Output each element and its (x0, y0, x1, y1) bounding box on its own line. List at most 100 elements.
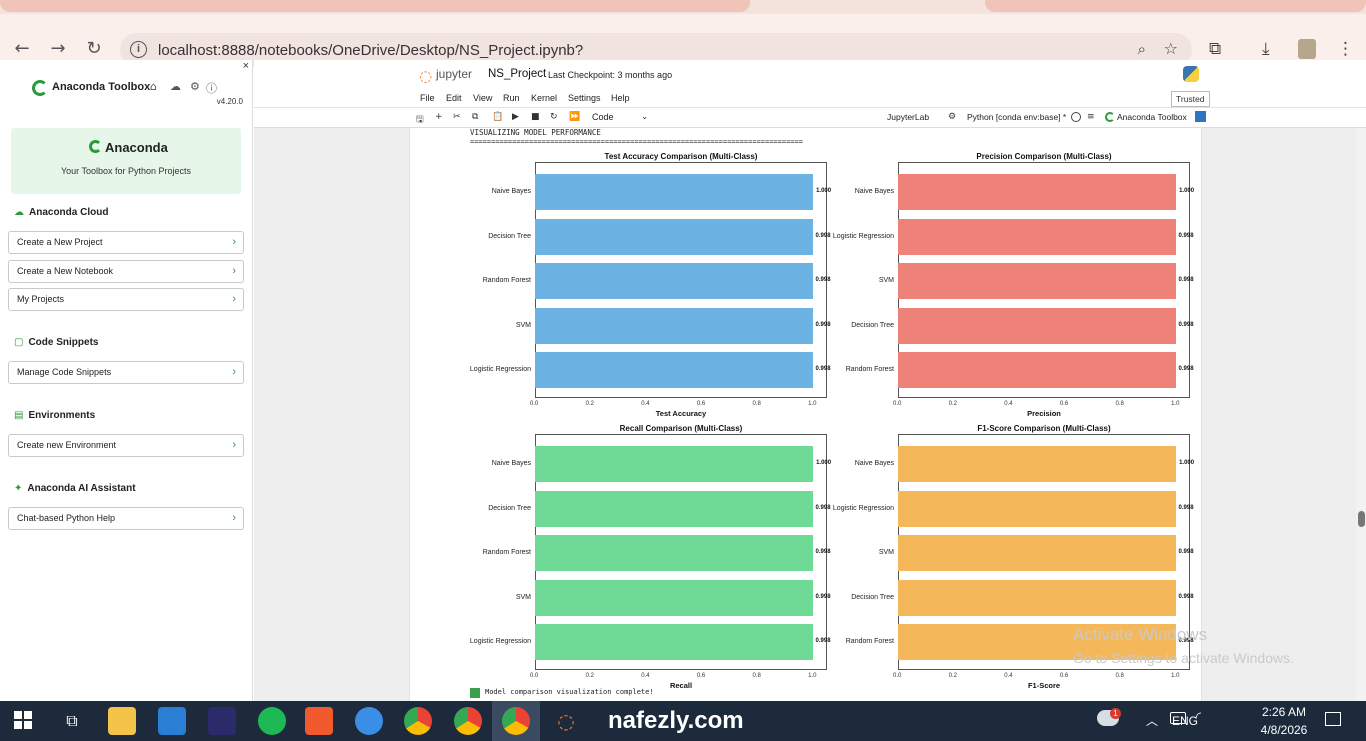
jupyterlab-link[interactable]: JupyterLab (887, 112, 929, 122)
cut-icon[interactable]: ✂ (453, 112, 461, 122)
notification-badge: 1 (1110, 708, 1121, 719)
fast-forward-icon[interactable]: ⏩ (569, 112, 580, 122)
windows-start-icon[interactable] (14, 711, 32, 729)
category-label: Random Forest (845, 366, 894, 373)
x-tick-label: 0.2 (585, 673, 594, 679)
intellij-icon[interactable] (208, 707, 236, 735)
jupyter-task-icon[interactable]: ◌ (552, 707, 580, 735)
browser-tab[interactable] (0, 0, 750, 12)
zoom-icon[interactable]: ⌕ (1138, 40, 1146, 58)
restart-icon[interactable]: ↻ (550, 112, 558, 122)
close-icon[interactable]: × (243, 60, 249, 72)
x-axis-label: F1-Score (1027, 681, 1061, 690)
cloud-icon[interactable]: ☁ (170, 80, 181, 93)
menu-lines-icon[interactable]: ≡ (1087, 112, 1095, 122)
save-icon[interactable]: 🖫 (416, 112, 424, 128)
trusted-badge[interactable]: Trusted (1171, 91, 1210, 107)
stop-icon[interactable]: ■ (531, 112, 540, 122)
bookmark-star-icon[interactable]: ☆ (1164, 39, 1178, 58)
scrollbar[interactable] (1356, 128, 1366, 701)
extensions-icon[interactable]: ⧉ (1209, 39, 1221, 59)
bar (898, 307, 1176, 344)
chevron-up-icon[interactable]: ︿ (1146, 712, 1158, 729)
scrollbar-thumb[interactable] (1358, 511, 1365, 527)
site-info-icon[interactable]: i (130, 41, 147, 58)
chrome-active-icon[interactable] (502, 707, 530, 735)
banner-brand: Anaconda (105, 140, 168, 155)
notification-center-icon[interactable] (1325, 712, 1341, 726)
add-cell-icon[interactable]: + (435, 112, 443, 122)
bar (898, 446, 1177, 482)
wifi-icon[interactable]: ◜ (1196, 710, 1201, 725)
browser-menu-icon[interactable]: ⋮ (1337, 39, 1354, 59)
task-view-icon[interactable]: ⧉ (58, 707, 86, 735)
my-projects-button[interactable]: My Projects › (8, 288, 244, 311)
profile-avatar[interactable] (1298, 39, 1316, 59)
kernel-status[interactable]: Python [conda env:base] * (967, 112, 1066, 122)
x-tick-label: 0.6 (1059, 673, 1069, 679)
jupyter-main: ◌ jupyter NS_Project Last Checkpoint: 3 … (254, 60, 1366, 701)
menu-edit[interactable]: Edit (446, 93, 462, 103)
home-icon[interactable]: ⌂ (150, 80, 157, 93)
brave-icon[interactable] (305, 707, 333, 735)
bar (535, 218, 813, 255)
download-icon[interactable]: ⤓ (1262, 39, 1270, 59)
windows-taskbar: nafezly.com ENG 2:26 AM 4/8/2026 (0, 701, 1366, 741)
back-icon[interactable]: ← (10, 37, 34, 61)
settings-gear-icon[interactable]: ⚙ (948, 112, 956, 122)
bar (898, 174, 1177, 210)
menu-help[interactable]: Help (611, 93, 630, 103)
anaconda-toolbox-button[interactable]: Anaconda Toolbox (1117, 112, 1187, 122)
menu-settings[interactable]: Settings (568, 93, 601, 103)
create-new-environment-button[interactable]: Create new Environment › (8, 434, 244, 457)
create-new-notebook-button[interactable]: Create a New Notebook › (8, 260, 244, 283)
menu-view[interactable]: View (473, 93, 492, 103)
run-icon[interactable]: ▶ (512, 112, 519, 122)
cell-type-select[interactable]: Code ⌄ (592, 112, 648, 122)
browser-tab[interactable] (985, 0, 1366, 12)
app-store-icon[interactable] (355, 707, 383, 735)
anaconda-logo-icon (1105, 112, 1115, 122)
section-ai-assistant: ✦ Anaconda AI Assistant (14, 483, 136, 494)
settings-icon[interactable]: ⚙ (190, 80, 200, 93)
x-tick-label: 0.6 (1059, 401, 1069, 407)
panel-icon[interactable] (1195, 111, 1206, 122)
category-label: Naive Bayes (854, 460, 894, 467)
notebook-name[interactable]: NS_Project (488, 68, 546, 80)
manage-code-snippets-button[interactable]: Manage Code Snippets › (8, 361, 244, 384)
category-label: SVM (515, 593, 531, 601)
chrome-profile-icon[interactable] (454, 707, 482, 735)
menu-kernel[interactable]: Kernel (531, 93, 557, 103)
file-explorer-icon[interactable] (108, 707, 136, 735)
vscode-icon[interactable] (158, 707, 186, 735)
anaconda-logo-icon (89, 140, 102, 153)
bar (535, 490, 813, 527)
forward-icon[interactable]: → (46, 37, 70, 61)
jupyter-logo-text: jupyter (436, 67, 473, 81)
bar (898, 535, 1176, 571)
spotify-icon[interactable] (258, 707, 286, 735)
copy-icon[interactable]: ⧉ (472, 112, 478, 122)
info-icon[interactable]: ⓘ (206, 80, 217, 96)
chat-python-help-button[interactable]: Chat-based Python Help › (8, 507, 244, 530)
url-text[interactable]: localhost:8888/notebooks/OneDrive/Deskto… (158, 42, 583, 59)
output-header: VISUALIZING MODEL PERFORMANCE (470, 128, 601, 137)
bar-value-label: 0.998 (1178, 549, 1194, 555)
menu-file[interactable]: File (420, 93, 435, 103)
paste-icon[interactable]: 📋 (492, 112, 503, 122)
chrome-icon[interactable] (404, 707, 432, 735)
menu-run[interactable]: Run (503, 93, 520, 103)
chevron-right-icon: › (232, 439, 236, 451)
battery-icon[interactable] (1170, 712, 1186, 724)
clock-date[interactable]: 4/8/2026 (1254, 723, 1314, 737)
chevron-right-icon: › (232, 366, 236, 378)
reload-icon[interactable]: ↻ (82, 37, 106, 61)
category-label: Random Forest (482, 277, 531, 284)
create-new-project-button[interactable]: Create a New Project › (8, 231, 244, 254)
jupyter-header: ◌ jupyter NS_Project Last Checkpoint: 3 … (254, 60, 1366, 128)
bar-value-label: 0.998 (1178, 366, 1194, 372)
clock-time[interactable]: 2:26 AM (1258, 705, 1310, 719)
bar-value-label: 1.000 (1179, 188, 1195, 194)
category-label: Decision Tree (851, 321, 894, 329)
python-logo-icon (1183, 66, 1199, 82)
